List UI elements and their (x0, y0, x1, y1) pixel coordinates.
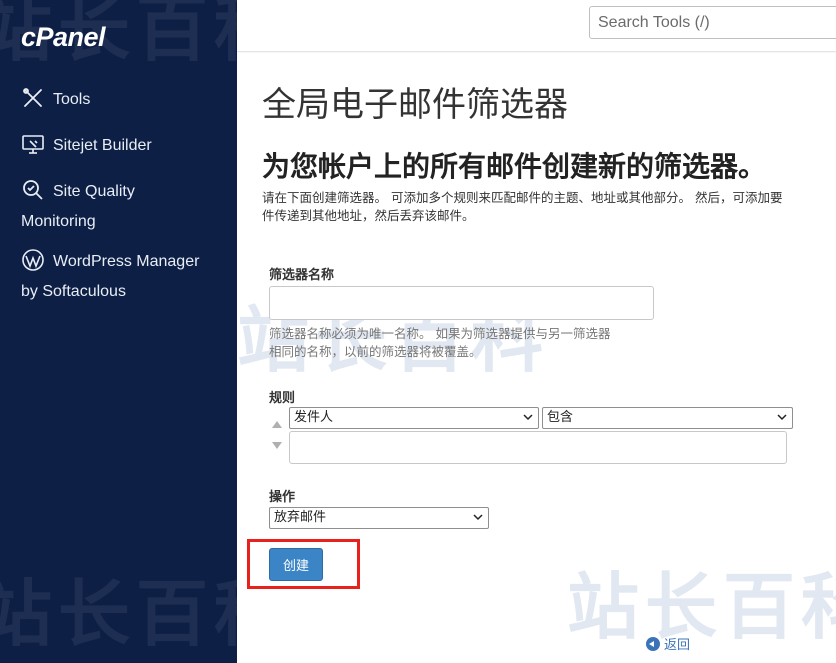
intro-line-2: 件传递到其他地址，然后丢弃该邮件。 (262, 208, 475, 223)
rules-label: 规则 (269, 391, 296, 406)
intro-line-1: 请在下面创建筛选器。 可添加多个规则来匹配邮件的主题、地址或其他部分。 然后，可… (262, 190, 783, 205)
move-rule-up-icon[interactable] (272, 421, 282, 428)
filter-name-label: 筛选器名称 (269, 268, 335, 283)
filter-name-help-line-2: 相同的名称，以前的筛选器将被覆盖。 (269, 344, 482, 359)
wordpress-icon (21, 248, 45, 272)
sidebar-item-tools[interactable]: Tools (21, 85, 231, 115)
back-link-label: 返回 (664, 638, 691, 653)
sidebar-item-sitejet-builder[interactable]: Sitejet Builder (21, 131, 231, 161)
sidebar-item-label-line2: by Softaculous (21, 283, 126, 300)
filter-name-input[interactable] (269, 286, 654, 320)
rule-value-input[interactable] (289, 431, 787, 464)
back-arrow-icon (646, 637, 660, 651)
rule-field-selected: 发件人 (294, 410, 334, 425)
sidebar: 站长百科 站长百科 cPanel Tools Sitejet Builder S… (0, 0, 286, 663)
sidebar-item-site-quality-monitoring[interactable]: Site Quality Monitoring (21, 177, 231, 237)
sidebar-item-wordpress-manager[interactable]: WordPress Manager by Softaculous (21, 247, 231, 307)
watermark-main-bottom: 站长百科 (567, 565, 836, 649)
rule-operator-select[interactable]: 包含 (542, 407, 793, 429)
sidebar-item-label: Site Quality (53, 183, 135, 200)
page-title: 全局电子邮件筛选器 (262, 85, 568, 125)
sidebar-item-label: Sitejet Builder (53, 137, 152, 154)
cpanel-logo[interactable]: cPanel (21, 22, 106, 53)
filter-name-help-line-1: 筛选器名称必须为唯一名称。 如果为筛选器提供与另一筛选器 (269, 326, 611, 341)
intro-text: 请在下面创建筛选器。 可添加多个规则来匹配邮件的主题、地址或其他部分。 然后，可… (262, 189, 836, 225)
rule-operator-selected: 包含 (547, 410, 574, 425)
sidebar-item-label: Tools (53, 91, 91, 108)
create-button[interactable]: 创建 (269, 548, 323, 581)
chevron-down-icon (473, 514, 483, 521)
chevron-down-icon (777, 414, 787, 421)
top-bar (237, 0, 836, 52)
page-subtitle: 为您帐户上的所有邮件创建新的筛选器。 (262, 150, 767, 183)
sidebar-item-label-line2: Monitoring (21, 213, 96, 230)
chevron-down-icon (523, 414, 533, 421)
actions-label: 操作 (269, 490, 296, 505)
sitejet-icon (21, 132, 45, 156)
site-quality-icon (21, 178, 45, 202)
action-select[interactable]: 放弃邮件 (269, 507, 489, 529)
action-selected: 放弃邮件 (274, 510, 327, 525)
tools-icon (21, 86, 45, 110)
filter-name-help: 筛选器名称必须为唯一名称。 如果为筛选器提供与另一筛选器 相同的名称，以前的筛选… (269, 325, 669, 361)
main-content: 站长百科 站长百科 全局电子邮件筛选器 为您帐户上的所有邮件创建新的筛选器。 请… (237, 53, 836, 663)
sidebar-item-label: WordPress Manager (53, 253, 200, 270)
move-rule-down-icon[interactable] (272, 442, 282, 449)
back-link[interactable]: 返回 (646, 634, 690, 653)
search-tools-input[interactable] (589, 6, 836, 39)
rule-field-select[interactable]: 发件人 (289, 407, 539, 429)
